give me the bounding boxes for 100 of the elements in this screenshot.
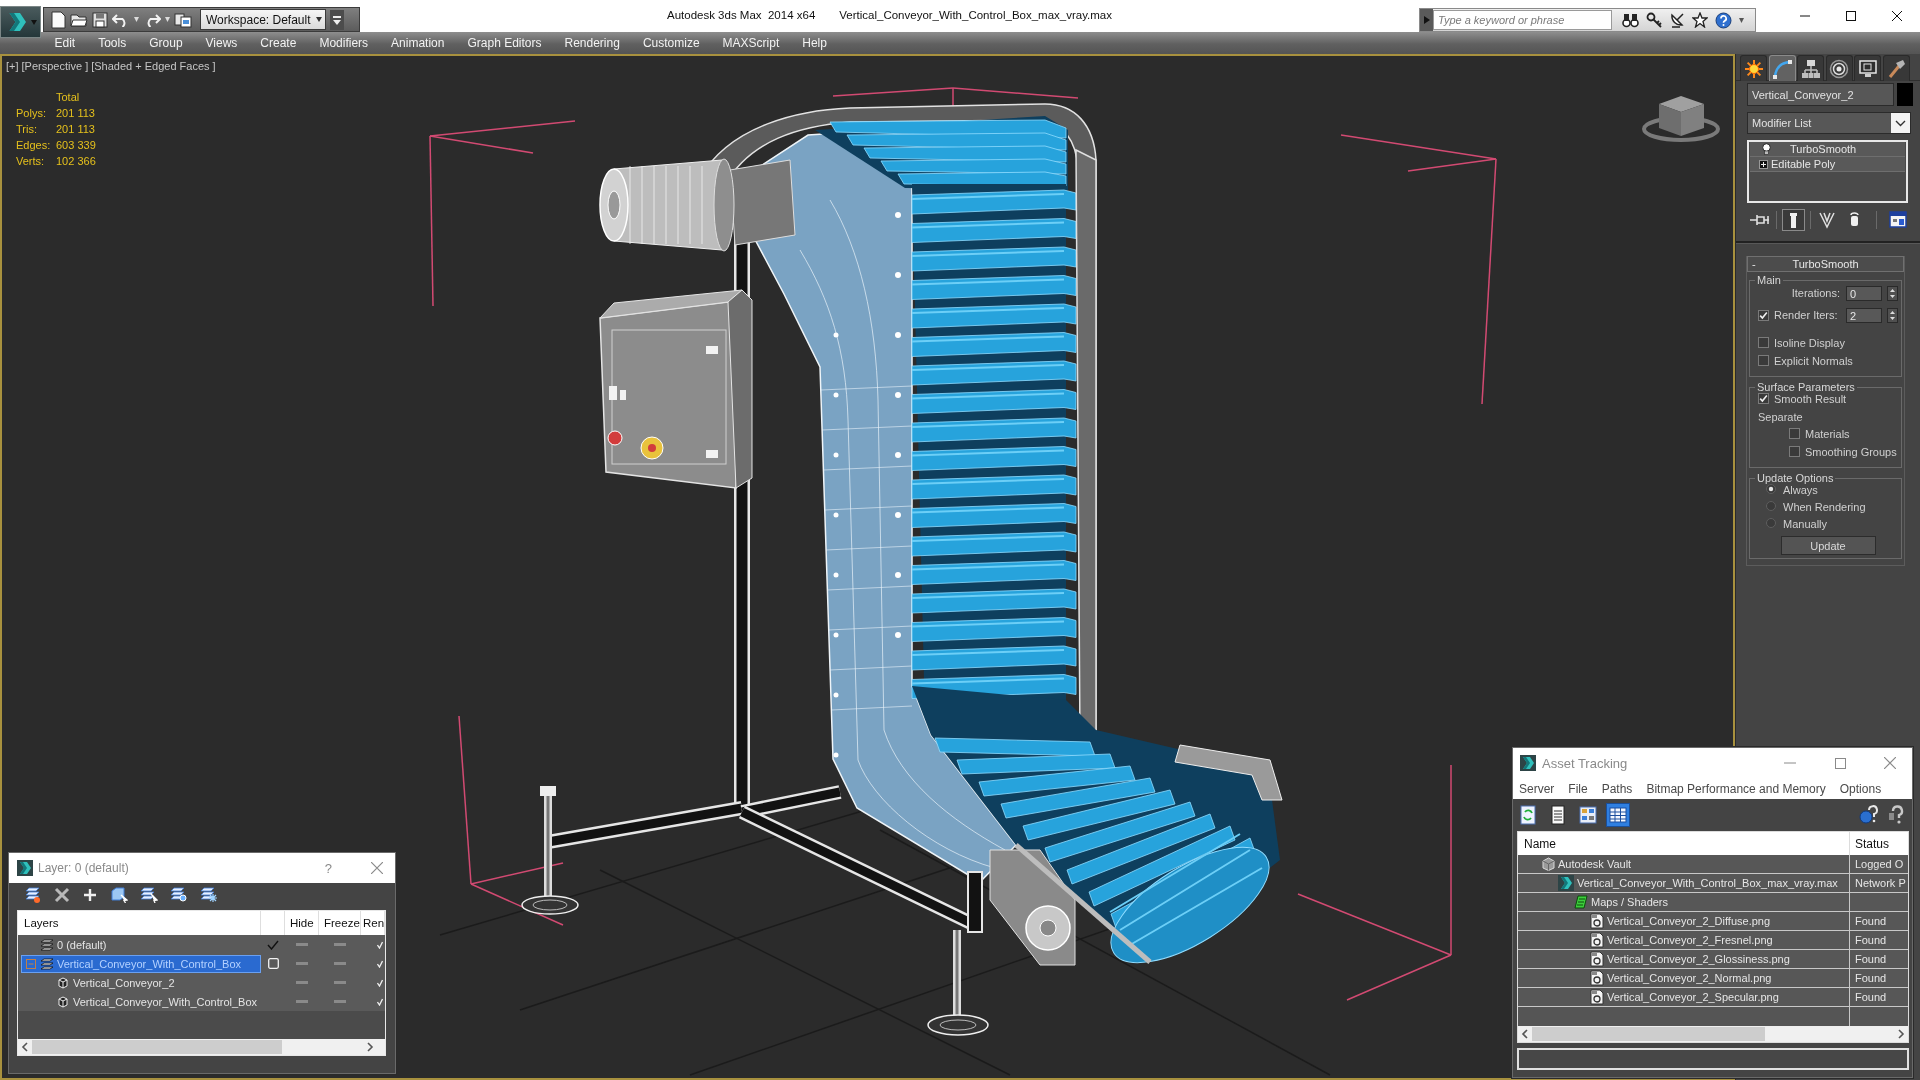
rollout-header[interactable]: - TurboSmooth	[1747, 256, 1904, 272]
menu-item[interactable]: Create	[248, 36, 308, 50]
checkbox[interactable]	[1758, 337, 1769, 348]
layer-row[interactable]: Vertical_Conveyor_2	[18, 973, 385, 992]
application-button[interactable]	[0, 6, 41, 38]
scrollbar-thumb[interactable]	[32, 1040, 282, 1054]
thumbnails-icon[interactable]	[1576, 803, 1600, 827]
plus-box-icon[interactable]	[1759, 159, 1768, 169]
scroll-right-icon[interactable]	[367, 1042, 374, 1052]
scroll-left-icon[interactable]	[1521, 1029, 1528, 1039]
viewport-label[interactable]: [+]	[6, 60, 19, 72]
asset-row[interactable]: Vertical_Conveyor_2_Glossiness.png Found	[1518, 950, 1908, 969]
save-icon[interactable]	[92, 11, 108, 28]
asset-row[interactable]: Vertical_Conveyor_With_Control_Box_max_vray.max Network P	[1518, 874, 1908, 893]
menu-item[interactable]: Edit	[43, 36, 87, 50]
menu-item[interactable]: Server	[1519, 781, 1555, 796]
menu-item[interactable]: Group	[137, 36, 195, 50]
chevron-down-icon[interactable]	[1891, 113, 1910, 133]
horizontal-scrollbar[interactable]	[1518, 1026, 1908, 1042]
cube-cursor-icon[interactable]	[110, 887, 128, 903]
checkbox[interactable]	[1758, 393, 1769, 404]
layers-bulb-icon[interactable]	[170, 887, 188, 903]
menu-item[interactable]: File	[1568, 781, 1588, 796]
radio-button[interactable]	[1766, 518, 1776, 528]
tick-icon[interactable]	[377, 940, 383, 949]
layer-name-cell[interactable]: 0 (default)	[21, 935, 261, 954]
window-icon[interactable]	[1887, 209, 1910, 231]
menu-item[interactable]: Modifiers	[307, 36, 380, 50]
menu-item[interactable]: Graph Editors	[455, 36, 553, 50]
radio-button[interactable]	[1766, 501, 1776, 511]
number-field[interactable]: 0	[1846, 286, 1882, 301]
open-folder-icon[interactable]	[70, 11, 88, 28]
help-icon[interactable]	[1715, 11, 1732, 29]
help-button[interactable]: ?	[324, 860, 332, 876]
checkbox[interactable]	[1758, 310, 1769, 321]
modifier-list-dropdown[interactable]: Modifier List	[1747, 112, 1911, 134]
spinner-arrows-icon[interactable]	[1887, 308, 1898, 323]
new-file-icon[interactable]	[50, 10, 66, 29]
scroll-right-icon[interactable]	[1898, 1029, 1905, 1039]
plus-icon[interactable]	[82, 887, 98, 903]
viewport-label[interactable]: [Shaded + Edged Faces ]	[91, 60, 216, 72]
layers-snowflake-icon[interactable]	[200, 887, 218, 903]
layer-name-cell[interactable]: Vertical_Conveyor_With_Control_Box	[21, 954, 261, 973]
pillar-icon[interactable]	[1782, 209, 1805, 231]
caret-icon[interactable]	[1739, 17, 1744, 23]
globe-help-icon[interactable]	[1858, 804, 1880, 826]
table-icon[interactable]	[1606, 803, 1630, 827]
asset-row[interactable]: Vertical_Conveyor_2_Normal.png Found	[1518, 969, 1908, 988]
new-layer-icon[interactable]	[24, 887, 42, 903]
collapse-toggle[interactable]: -	[1748, 258, 1764, 270]
maximize-icon[interactable]	[1846, 11, 1856, 21]
menu-item[interactable]: Options	[1839, 781, 1882, 796]
menu-item[interactable]: Paths	[1601, 781, 1633, 796]
modifier-stack-item[interactable]: Editable Poly	[1750, 157, 1905, 172]
project-folder-icon[interactable]	[174, 11, 192, 28]
layer-row[interactable]: 0 (default)	[18, 935, 385, 954]
asset-row[interactable]: Autodesk Vault Logged O	[1518, 855, 1908, 874]
layer-row[interactable]: Vertical_Conveyor_With_Control_Box	[18, 992, 385, 1011]
radio-button[interactable]	[1766, 484, 1776, 494]
search-field[interactable]: Type a keyword or phrase	[1433, 10, 1612, 30]
object-name-field[interactable]: Vertical_Conveyor_2	[1747, 83, 1894, 106]
tick-icon[interactable]	[377, 959, 383, 968]
panel-button[interactable]: Update	[1780, 536, 1876, 555]
close-icon[interactable]	[1892, 11, 1902, 21]
color-swatch[interactable]	[1897, 83, 1913, 106]
satellite-dish-icon[interactable]	[1669, 12, 1685, 28]
light-bulb-icon[interactable]	[1762, 143, 1771, 155]
square-icon[interactable]	[267, 958, 279, 969]
viewport-label[interactable]: [Perspective ]	[21, 60, 89, 72]
binoculars-icon[interactable]	[1622, 12, 1639, 28]
asset-row[interactable]: Maps / Shaders	[1518, 893, 1908, 912]
menu-item[interactable]: Rendering	[553, 36, 632, 50]
caret-icon[interactable]	[316, 17, 322, 22]
tick-icon[interactable]	[377, 978, 383, 987]
menu-item[interactable]: Customize	[631, 36, 712, 50]
layer-row[interactable]: Vertical_Conveyor_With_Control_Box	[18, 954, 385, 973]
scrollbar-thumb[interactable]	[1532, 1027, 1765, 1041]
workspace-dropdown[interactable]: Workspace: Default	[200, 9, 326, 30]
layer-name-cell[interactable]: Vertical_Conveyor_2	[21, 973, 261, 992]
checkbox[interactable]	[1758, 355, 1769, 366]
checkmark-icon[interactable]	[267, 939, 279, 950]
menu-item[interactable]: Animation	[379, 36, 456, 50]
number-field[interactable]: 2	[1846, 308, 1882, 323]
customize-caret-icon[interactable]	[330, 9, 344, 30]
layer-name-cell[interactable]: Vertical_Conveyor_With_Control_Box	[21, 992, 261, 1011]
layers-cursor-icon[interactable]	[140, 887, 158, 903]
tick-icon[interactable]	[377, 997, 383, 1006]
menu-item[interactable]: Help	[790, 36, 839, 50]
asset-row[interactable]: Vertical_Conveyor_2_Specular.png Found	[1518, 988, 1908, 1007]
asset-row[interactable]: Vertical_Conveyor_2_Diffuse.png Found	[1518, 912, 1908, 931]
modifier-stack-item[interactable]: TurboSmooth	[1750, 142, 1905, 157]
checkbox[interactable]	[1789, 446, 1800, 457]
asset-row[interactable]: Vertical_Conveyor_2_Fresnel.png Found	[1518, 931, 1908, 950]
horizontal-scrollbar[interactable]	[18, 1039, 385, 1055]
scroll-left-icon[interactable]	[21, 1042, 28, 1052]
menu-item[interactable]: Tools	[86, 36, 138, 50]
spinner-arrows-icon[interactable]	[1887, 286, 1898, 301]
menu-item[interactable]: Views	[194, 36, 249, 50]
delete-icon[interactable]	[54, 887, 70, 903]
checkbox[interactable]	[1789, 428, 1800, 439]
